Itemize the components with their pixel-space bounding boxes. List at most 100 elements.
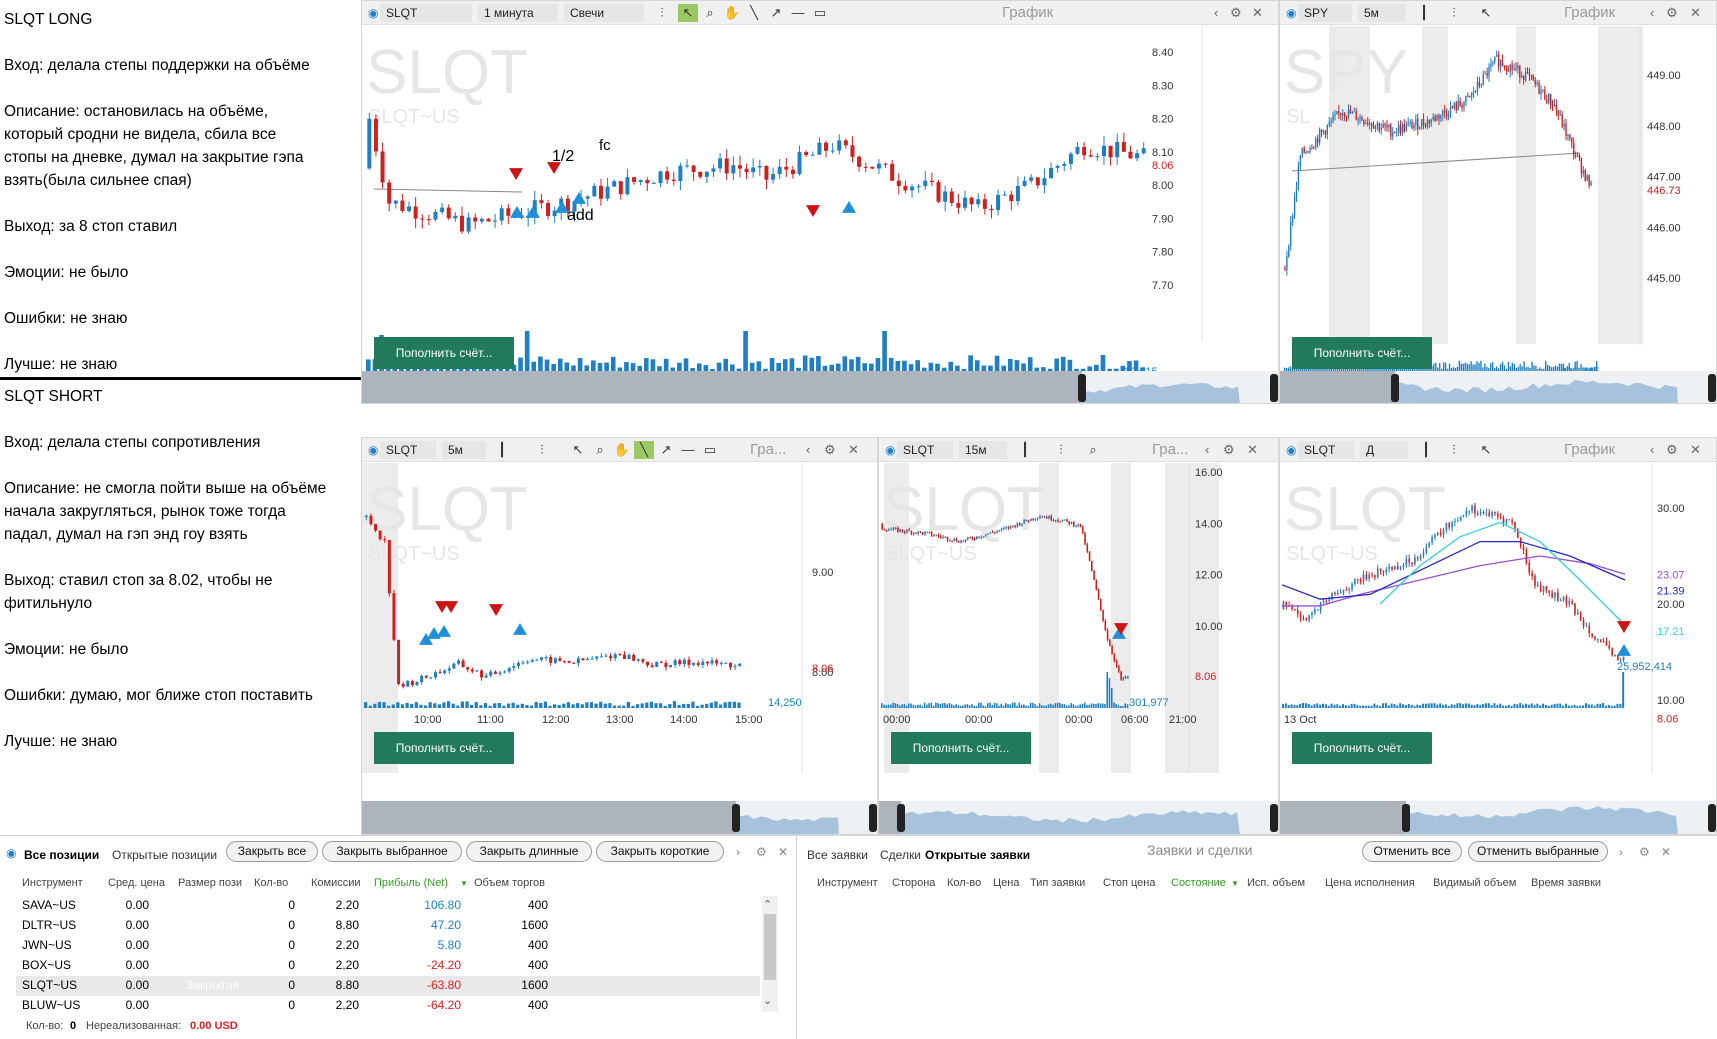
tab-open-orders[interactable]: Открытые заявки <box>925 848 1030 862</box>
cell-avg[interactable]: 0.00 <box>126 938 149 952</box>
col-instrument[interactable]: Инструмент <box>22 877 83 889</box>
deposit-button[interactable]: Пополнить счёт... <box>1292 732 1432 764</box>
deposit-button[interactable]: Пополнить счёт... <box>374 337 514 369</box>
col-instrument[interactable]: Инструмент <box>817 877 878 889</box>
cell-comm[interactable]: 2.20 <box>336 898 359 912</box>
scroll-thumb[interactable] <box>764 914 776 980</box>
tab-open-positions[interactable]: Открытые позиции <box>112 848 217 862</box>
settings-icon[interactable]: ⚙ <box>756 845 767 859</box>
volume-bar <box>1047 704 1050 708</box>
cell-comm[interactable]: 2.20 <box>336 958 359 972</box>
cell-comm[interactable]: 8.80 <box>336 978 359 992</box>
cell-vol[interactable]: 1600 <box>521 978 548 992</box>
link-icon[interactable]: ◉ <box>6 846 16 860</box>
cell-vol[interactable]: 400 <box>528 938 548 952</box>
close-all-button[interactable]: Закрыть все <box>226 841 318 862</box>
cell-pnl[interactable]: -24.20 <box>427 958 461 972</box>
cell-pnl[interactable]: -63.80 <box>427 978 461 992</box>
close-icon[interactable]: ✕ <box>778 845 788 859</box>
candle-body <box>1378 123 1380 131</box>
cell-instrument[interactable]: SAVA~US <box>22 898 76 912</box>
cancel-selected-button[interactable]: Отменить выбранные <box>1468 841 1608 862</box>
cell-qty[interactable]: 0 <box>288 958 295 972</box>
cell-avg[interactable]: 0.00 <box>126 958 149 972</box>
chevron-right-icon[interactable]: › <box>736 845 740 859</box>
chevron-right-icon[interactable]: › <box>1619 845 1623 859</box>
navigator[interactable] <box>1280 371 1716 403</box>
close-icon[interactable]: ✕ <box>1661 845 1671 859</box>
tab-trades[interactable]: Сделки <box>880 848 921 862</box>
cell-avg[interactable]: 0.00 <box>126 898 149 912</box>
col-status[interactable]: Состояние <box>1171 877 1226 889</box>
col-fill-price[interactable]: Цена исполнения <box>1325 877 1415 889</box>
col-profit-net[interactable]: Прибыль (Net) <box>374 877 448 889</box>
deposit-button[interactable]: Пополнить счёт... <box>1292 337 1432 369</box>
cell-instrument[interactable]: BLUW~US <box>22 998 80 1012</box>
candle-body <box>691 165 696 172</box>
cell-comm[interactable]: 2.20 <box>336 938 359 952</box>
cell-instrument[interactable]: DLTR~US <box>22 918 76 932</box>
navigator-handle-left <box>1391 374 1399 402</box>
cell-comm[interactable]: 2.20 <box>336 998 359 1012</box>
chart-canvas[interactable]: SLQTSLQT~US9.008.008.0610:00 11:00 12:00 13… <box>362 438 878 835</box>
cell-vol[interactable]: 400 <box>528 898 548 912</box>
cell-pnl[interactable]: 47.20 <box>431 918 461 932</box>
col-commission[interactable]: Комиссии <box>311 877 361 889</box>
deposit-button[interactable]: Пополнить счёт... <box>374 732 514 764</box>
cell-qty[interactable]: 0 <box>288 918 295 932</box>
col-visible-qty[interactable]: Видимый объем <box>1433 877 1516 889</box>
cell-qty[interactable]: 0 <box>288 998 295 1012</box>
scroll-down-icon[interactable]: ⌄ <box>763 994 772 1007</box>
volume-bar <box>941 703 944 708</box>
col-position-size[interactable]: Размер пози <box>178 877 246 889</box>
col-stop-price[interactable]: Стоп цена <box>1103 877 1155 889</box>
col-order-type[interactable]: Тип заявки <box>1030 877 1085 889</box>
chart-canvas[interactable]: SLQTSLQT~US 30.00 20.00 10.00 23.07 21.39 17.2… <box>1280 438 1717 835</box>
candle-body <box>1559 114 1561 116</box>
cell-instrument[interactable]: SLQT~US <box>22 978 77 992</box>
cell-vol[interactable]: 400 <box>528 998 548 1012</box>
cell-instrument[interactable]: BOX~US <box>22 958 71 972</box>
tab-all-orders[interactable]: Все заявки <box>807 848 868 862</box>
cell-vol[interactable]: 400 <box>528 958 548 972</box>
col-avg-price[interactable]: Сред. цена <box>108 877 165 889</box>
cell-avg[interactable]: 0.00 <box>126 918 149 932</box>
col-order-time[interactable]: Время заявки <box>1531 877 1601 889</box>
cell-comm[interactable]: 8.80 <box>336 918 359 932</box>
navigator[interactable] <box>1280 801 1716 834</box>
close-long-button[interactable]: Закрыть длинные <box>466 841 592 862</box>
close-selected-button[interactable]: Закрыть выбранное <box>322 841 462 862</box>
cell-vol[interactable]: 1600 <box>521 918 548 932</box>
chart-canvas[interactable]: SLQTSLQT~US 16.00 14.00 12.00 10.00 8.06 00:00… <box>879 438 1279 835</box>
close-short-button[interactable]: Закрыть короткие <box>596 841 724 862</box>
cell-size[interactable]: Закрытая <box>186 978 239 992</box>
volume-bar <box>1430 703 1433 708</box>
col-qty[interactable]: Кол-во <box>254 877 288 889</box>
volume-bar <box>1424 703 1427 708</box>
cell-pnl[interactable]: -64.20 <box>427 998 461 1012</box>
cell-qty[interactable]: 0 <box>288 978 295 992</box>
col-volume[interactable]: Объем торгов <box>474 877 545 889</box>
cell-qty[interactable]: 0 <box>288 898 295 912</box>
volume-bar <box>608 703 612 708</box>
cell-pnl[interactable]: 106.80 <box>424 898 461 912</box>
scrollbar[interactable]: ⌃ ⌄ <box>762 896 778 1012</box>
cell-qty[interactable]: 0 <box>288 938 295 952</box>
deposit-button[interactable]: Пополнить счёт... <box>891 732 1031 764</box>
col-price[interactable]: Цена <box>993 877 1019 889</box>
cell-pnl[interactable]: 5.80 <box>438 938 461 952</box>
scroll-up-icon[interactable]: ⌃ <box>763 898 772 911</box>
tab-all-positions[interactable]: Все позиции <box>24 848 99 862</box>
navigator[interactable] <box>879 801 1278 834</box>
settings-icon[interactable]: ⚙ <box>1639 845 1650 859</box>
navigator[interactable] <box>362 801 877 834</box>
cell-avg[interactable]: 0.00 <box>126 998 149 1012</box>
cell-avg[interactable]: 0.00 <box>126 978 149 992</box>
col-qty[interactable]: Кол-во <box>947 877 981 889</box>
col-side[interactable]: Сторона <box>892 877 935 889</box>
col-filled-qty[interactable]: Исп. объем <box>1247 877 1305 889</box>
cell-instrument[interactable]: JWN~US <box>22 938 72 952</box>
navigator[interactable] <box>362 371 1278 403</box>
candle-body <box>985 534 987 537</box>
cancel-all-button[interactable]: Отменить все <box>1362 841 1462 862</box>
